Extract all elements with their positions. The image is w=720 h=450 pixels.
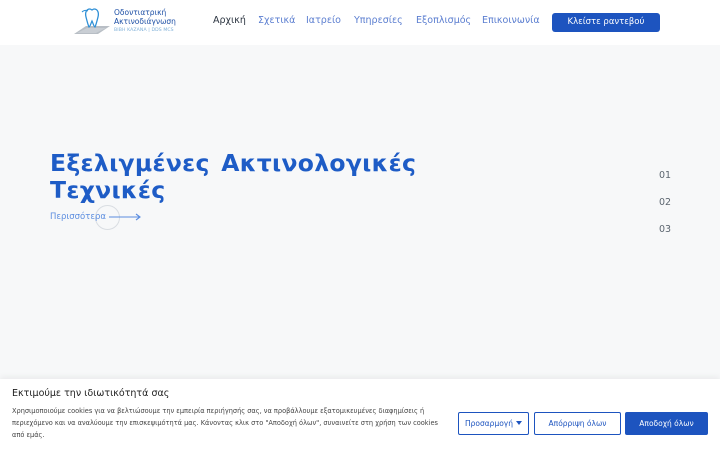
customize-button-label: Προσαρμογή bbox=[465, 419, 513, 428]
cookie-banner: Εκτιμούμε την ιδιωτικότητά σας Χρησιμοπο… bbox=[0, 379, 720, 450]
logo-subtitle: ΒΙΒΗ ΚΑΖΑΝΑ | DDS MCS bbox=[114, 28, 174, 33]
nav-item-about[interactable]: Σχετικά bbox=[258, 15, 295, 26]
nav-item-equipment[interactable]: Εξοπλισμός bbox=[416, 15, 471, 26]
nav-item-services[interactable]: Υπηρεσίες bbox=[354, 15, 403, 26]
site-logo[interactable]: Οδοντιατρική Ακτινοδιάγνωση ΒΙΒΗ ΚΑΖΑΝΑ … bbox=[72, 6, 182, 38]
hero-title: Εξελιγμένες Ακτινολογικές Τεχνικές bbox=[50, 150, 430, 204]
accept-all-button[interactable]: Αποδοχή όλων bbox=[625, 412, 708, 435]
reject-all-button[interactable]: Απόρριψη όλων bbox=[534, 412, 621, 435]
nav-item-contact[interactable]: Επικοινωνία bbox=[482, 15, 540, 26]
slide-number-2[interactable]: 02 bbox=[659, 197, 671, 208]
nav-item-clinic[interactable]: Ιατρείο bbox=[306, 15, 341, 26]
logo-title: Οδοντιατρική Ακτινοδιάγνωση bbox=[114, 8, 176, 26]
site-header: Οδοντιατρική Ακτινοδιάγνωση ΒΙΒΗ ΚΑΖΑΝΑ … bbox=[0, 0, 720, 45]
customize-button[interactable]: Προσαρμογή bbox=[458, 412, 529, 435]
hero-title-line2: Τεχνικές bbox=[50, 176, 166, 204]
nav-item-home[interactable]: Αρχική bbox=[213, 15, 246, 26]
logo-tooth-icon bbox=[74, 8, 110, 34]
chevron-down-icon bbox=[516, 421, 522, 425]
arrow-right-icon[interactable] bbox=[109, 212, 143, 222]
slide-number-1[interactable]: 01 bbox=[659, 170, 671, 181]
cookie-text: Χρησιμοποιούμε cookies για να βελτιώσουμ… bbox=[12, 407, 438, 439]
cookie-title: Εκτιμούμε την ιδιωτικότητά σας bbox=[12, 388, 170, 399]
hero-title-line1: Εξελιγμένες Ακτινολογικές bbox=[50, 149, 417, 177]
slide-number-3[interactable]: 03 bbox=[659, 224, 671, 235]
logo-title-line2: Ακτινοδιάγνωση bbox=[114, 16, 176, 26]
more-link[interactable]: Περισσότερα bbox=[50, 212, 106, 222]
book-appointment-button[interactable]: Κλείστε ραντεβού bbox=[552, 13, 660, 32]
